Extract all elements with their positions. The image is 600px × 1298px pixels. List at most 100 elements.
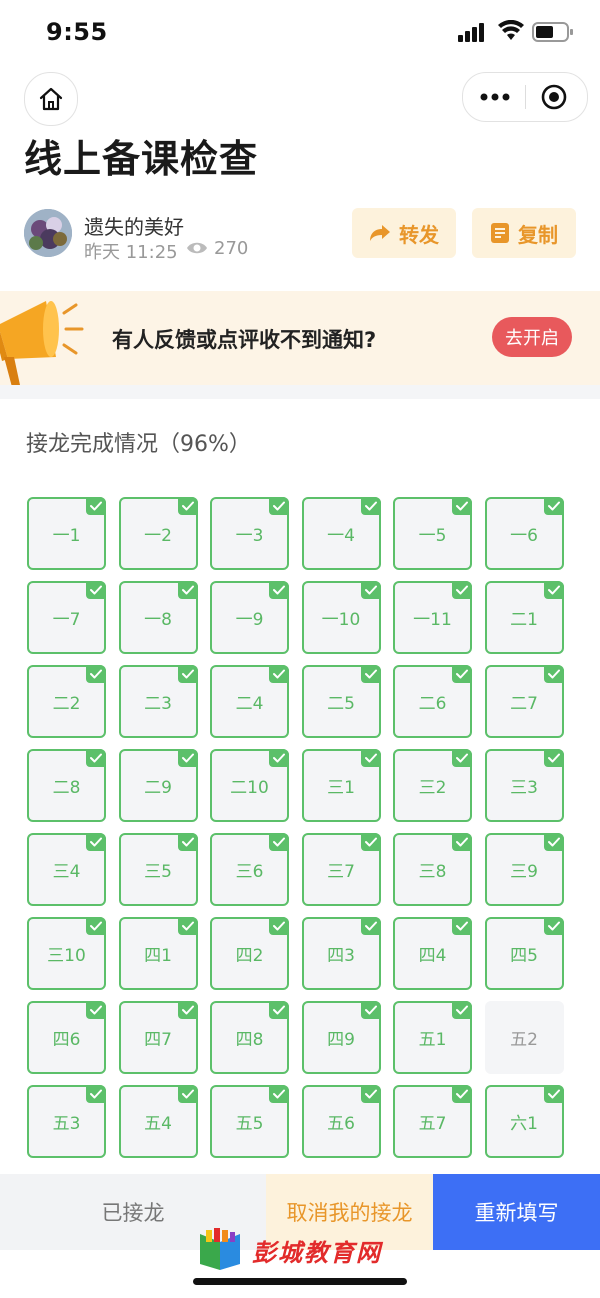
grid-cell[interactable]: 三8 bbox=[393, 833, 472, 906]
grid-cell[interactable]: 五3 bbox=[27, 1085, 106, 1158]
grid-cell-label: 三9 bbox=[510, 862, 538, 882]
grid-cell-label: 四8 bbox=[235, 1030, 264, 1050]
avatar[interactable] bbox=[24, 209, 72, 257]
grid-cell[interactable]: 三7 bbox=[301, 833, 381, 906]
grid-cell[interactable]: 二9 bbox=[118, 749, 198, 822]
grid-cell[interactable]: 二4 bbox=[210, 665, 289, 738]
grid-cell-label: 一3 bbox=[235, 526, 264, 546]
grid-cell[interactable]: 一10 bbox=[301, 581, 381, 654]
grid-cell-label: 五5 bbox=[235, 1114, 264, 1134]
copy-button[interactable]: 复制 bbox=[472, 208, 576, 258]
grid-cell[interactable]: 二8 bbox=[27, 749, 106, 822]
grid-cell[interactable]: 四6 bbox=[27, 1001, 106, 1074]
check-icon bbox=[177, 1001, 198, 1019]
enable-notification-button[interactable]: 去开启 bbox=[492, 317, 572, 357]
status-bar: 9:55 bbox=[0, 0, 600, 64]
grid-cell[interactable]: 三9 bbox=[484, 833, 564, 906]
grid-cell[interactable]: 三3 bbox=[484, 749, 564, 822]
signal-icon bbox=[458, 23, 484, 42]
grid-cell[interactable]: 三10 bbox=[27, 917, 106, 990]
grid-cell[interactable]: 二5 bbox=[301, 665, 381, 738]
grid-cell[interactable]: 三1 bbox=[301, 749, 381, 822]
check-icon bbox=[269, 1085, 289, 1103]
grid-cell-label: 四2 bbox=[235, 946, 264, 966]
grid-cell[interactable]: 一5 bbox=[393, 497, 472, 570]
grid-cell[interactable]: 五4 bbox=[118, 1085, 198, 1158]
grid-cell[interactable]: 一8 bbox=[118, 581, 198, 654]
copy-label: 复制 bbox=[518, 222, 558, 247]
grid-cell[interactable]: 四9 bbox=[301, 1001, 381, 1074]
watermark-text: 彭城教育网 bbox=[252, 1238, 382, 1267]
grid-cell[interactable]: 四7 bbox=[118, 1001, 198, 1074]
post-time: 昨天 11:25 bbox=[84, 242, 178, 263]
grid-cell-label: 一7 bbox=[52, 610, 81, 630]
check-icon bbox=[360, 581, 381, 599]
capsule-divider bbox=[525, 85, 526, 109]
grid-cell[interactable]: 二3 bbox=[118, 665, 198, 738]
grid-cell-label: 三10 bbox=[47, 946, 86, 966]
grid-cell[interactable]: 五1 bbox=[393, 1001, 472, 1074]
grid-cell[interactable]: 四4 bbox=[393, 917, 472, 990]
check-icon bbox=[177, 581, 198, 599]
grid-cell-label: 一11 bbox=[413, 610, 452, 630]
grid-cell[interactable]: 五5 bbox=[210, 1085, 289, 1158]
check-icon bbox=[86, 1085, 106, 1103]
share-button[interactable]: 转发 bbox=[352, 208, 456, 258]
grid-cell-label: 一6 bbox=[510, 526, 538, 546]
check-icon bbox=[543, 581, 564, 599]
grid-cell-label: 四4 bbox=[418, 946, 447, 966]
grid-cell-label: 一5 bbox=[418, 526, 447, 546]
grid-cell[interactable]: 一3 bbox=[210, 497, 289, 570]
eye-icon bbox=[187, 242, 207, 254]
grid-cell[interactable]: 一2 bbox=[118, 497, 198, 570]
grid-cell[interactable]: 四3 bbox=[301, 917, 381, 990]
grid-cell[interactable]: 一11 bbox=[393, 581, 472, 654]
mini-program-capsule bbox=[462, 72, 588, 122]
grid-cell[interactable]: 四2 bbox=[210, 917, 289, 990]
grid-cell[interactable]: 二6 bbox=[393, 665, 472, 738]
grid-cell-label: 二7 bbox=[510, 694, 538, 714]
check-icon bbox=[360, 1085, 381, 1103]
grid-cell-label: 三1 bbox=[327, 778, 355, 798]
grid-cell[interactable]: 二7 bbox=[484, 665, 564, 738]
grid-cell[interactable]: 一9 bbox=[210, 581, 289, 654]
grid-cell[interactable]: 一4 bbox=[301, 497, 381, 570]
view-count: 270 bbox=[214, 238, 249, 259]
refill-button[interactable]: 重新填写 bbox=[433, 1174, 600, 1250]
close-button[interactable] bbox=[537, 81, 571, 113]
check-icon bbox=[269, 665, 289, 683]
check-icon bbox=[269, 749, 289, 767]
grid-cell[interactable]: 四5 bbox=[484, 917, 564, 990]
check-icon bbox=[360, 497, 381, 515]
grid-cell-label: 三2 bbox=[418, 778, 447, 798]
check-icon bbox=[543, 749, 564, 767]
grid-cell[interactable]: 五6 bbox=[301, 1085, 381, 1158]
grid-cell[interactable]: 六1 bbox=[484, 1085, 564, 1158]
grid-cell[interactable]: 三4 bbox=[27, 833, 106, 906]
grid-cell-label: 六1 bbox=[510, 1114, 538, 1134]
grid-cell[interactable]: 一6 bbox=[484, 497, 564, 570]
grid-cell[interactable]: 二1 bbox=[484, 581, 564, 654]
grid-cell[interactable]: 五7 bbox=[393, 1085, 472, 1158]
check-icon bbox=[269, 581, 289, 599]
grid-cell[interactable]: 三5 bbox=[118, 833, 198, 906]
more-button[interactable] bbox=[477, 83, 513, 111]
grid-cell[interactable]: 四1 bbox=[118, 917, 198, 990]
grid-cell[interactable]: 四8 bbox=[210, 1001, 289, 1074]
grid-cell[interactable]: 五2 bbox=[484, 1001, 564, 1074]
grid-cell[interactable]: 三6 bbox=[210, 833, 289, 906]
check-icon bbox=[452, 497, 472, 515]
grid-cell[interactable]: 三2 bbox=[393, 749, 472, 822]
grid-cell-label: 四6 bbox=[52, 1030, 81, 1050]
avatar-image bbox=[24, 209, 72, 257]
grid-cell[interactable]: 二2 bbox=[27, 665, 106, 738]
home-button[interactable] bbox=[24, 72, 78, 126]
grid-cell[interactable]: 一1 bbox=[27, 497, 106, 570]
grid-cell-label: 二1 bbox=[510, 610, 538, 630]
grid-cell-label: 四3 bbox=[327, 946, 355, 966]
share-label: 转发 bbox=[399, 222, 439, 247]
grid-cell[interactable]: 二10 bbox=[210, 749, 289, 822]
check-icon bbox=[452, 1001, 472, 1019]
grid-cell[interactable]: 一7 bbox=[27, 581, 106, 654]
section-separator bbox=[0, 385, 600, 399]
